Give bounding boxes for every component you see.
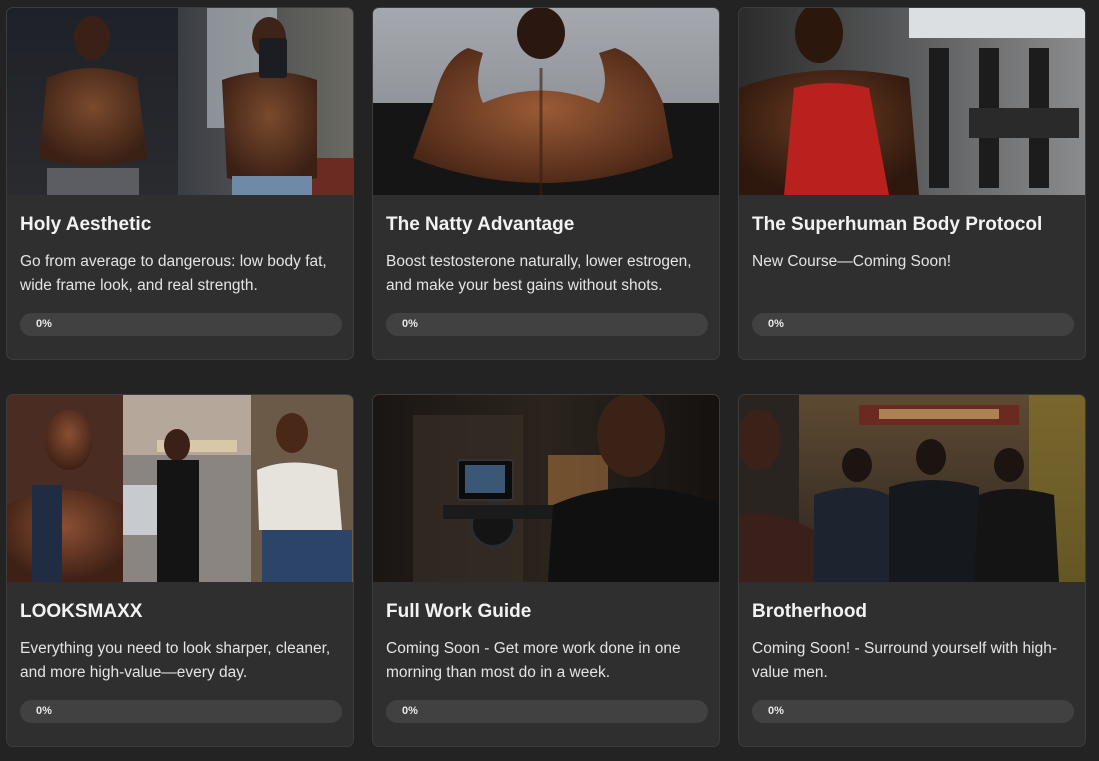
course-card-superhuman-body-protocol[interactable]: The Superhuman Body Protocol New Course—… <box>738 7 1086 360</box>
course-card-full-work-guide[interactable]: Full Work Guide Coming Soon - Get more w… <box>372 394 720 747</box>
progress-bar: 0% <box>386 313 708 336</box>
progress-bar: 0% <box>752 700 1074 723</box>
gym-tank-top-image <box>739 8 1085 195</box>
progress-label: 0% <box>768 705 784 717</box>
course-thumbnail <box>739 8 1085 195</box>
course-description: New Course—Coming Soon! <box>752 253 952 270</box>
course-title: Full Work Guide <box>386 601 532 622</box>
course-description: Everything you need to look sharper, cle… <box>20 640 331 681</box>
course-title: LOOKSMAXX <box>20 601 143 622</box>
progress-bar: 0% <box>20 700 342 723</box>
course-description: Coming Soon! - Surround yourself with hi… <box>752 640 1057 681</box>
course-title: Brotherhood <box>752 601 868 622</box>
progress-bar: 0% <box>20 313 342 336</box>
course-title: Holy Aesthetic <box>20 214 152 235</box>
progress-label: 0% <box>402 705 418 717</box>
course-title: The Natty Advantage <box>386 214 575 235</box>
group-walking-image <box>739 395 1085 582</box>
progress-label: 0% <box>402 318 418 330</box>
course-card-looksmaxx[interactable]: LOOKSMAXX Everything you need to look sh… <box>6 394 354 747</box>
course-description: Go from average to dangerous: low body f… <box>20 253 327 294</box>
progress-label: 0% <box>36 318 52 330</box>
course-card-brotherhood[interactable]: Brotherhood Coming Soon! - Surround your… <box>738 394 1086 747</box>
shirtless-physique-image <box>7 8 353 195</box>
progress-label: 0% <box>768 318 784 330</box>
course-grid: Holy Aesthetic Go from average to danger… <box>0 0 1099 761</box>
course-thumbnail <box>739 395 1085 582</box>
camera-work-image <box>373 395 719 582</box>
course-card-natty-advantage[interactable]: The Natty Advantage Boost testosterone n… <box>372 7 720 360</box>
progress-bar: 0% <box>752 313 1074 336</box>
course-thumbnail <box>373 8 719 195</box>
style-collage-image <box>7 395 353 582</box>
course-thumbnail <box>7 395 353 582</box>
course-title: The Superhuman Body Protocol <box>752 214 1043 235</box>
course-thumbnail <box>373 395 719 582</box>
back-double-bicep-image <box>373 8 719 195</box>
course-card-holy-aesthetic[interactable]: Holy Aesthetic Go from average to danger… <box>6 7 354 360</box>
progress-bar: 0% <box>386 700 708 723</box>
course-thumbnail <box>7 8 353 195</box>
progress-label: 0% <box>36 705 52 717</box>
course-description: Boost testosterone naturally, lower estr… <box>386 253 692 294</box>
course-description: Coming Soon - Get more work done in one … <box>386 640 681 681</box>
